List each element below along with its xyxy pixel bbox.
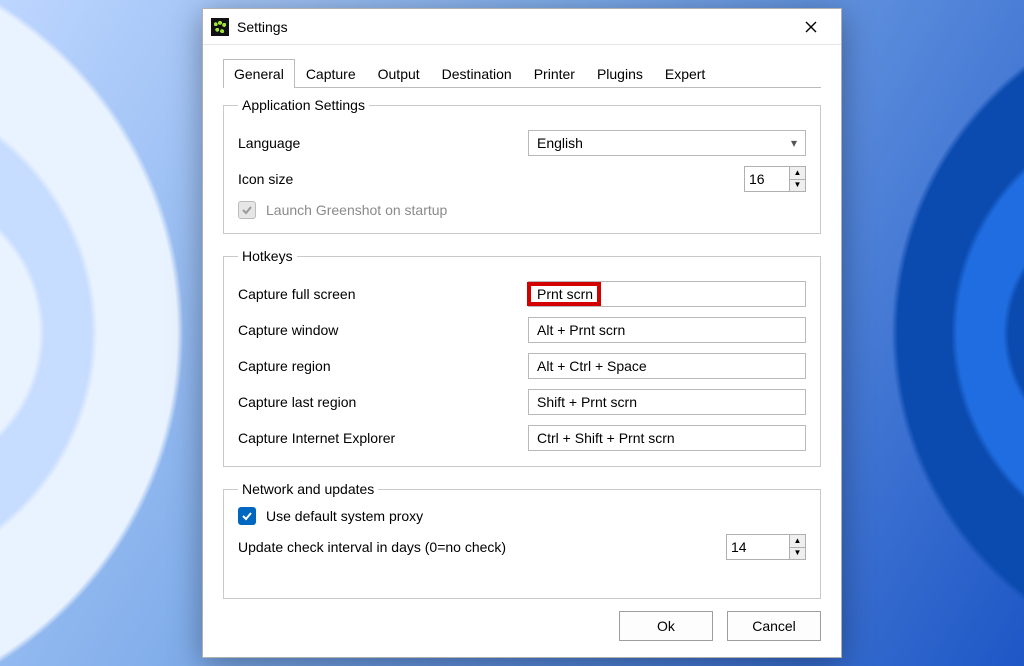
highlight-annotation: Prnt scrn (529, 284, 599, 304)
icon-size-value: 16 (745, 167, 789, 191)
hotkeys-group: Hotkeys Capture full screen Prnt scrn Ca… (223, 248, 821, 467)
update-interval-stepper[interactable]: 14 ▲ ▼ (726, 534, 806, 560)
network-updates-legend: Network and updates (238, 481, 378, 497)
icon-size-label: Icon size (238, 171, 528, 187)
tab-capture[interactable]: Capture (295, 59, 367, 88)
launch-on-startup-label: Launch Greenshot on startup (266, 202, 447, 218)
tab-output[interactable]: Output (367, 59, 431, 88)
language-label: Language (238, 135, 528, 151)
tab-printer[interactable]: Printer (523, 59, 586, 88)
check-icon (241, 204, 253, 216)
check-icon (241, 510, 253, 522)
application-settings-legend: Application Settings (238, 97, 369, 113)
use-system-proxy-label: Use default system proxy (266, 508, 423, 524)
use-system-proxy-checkbox[interactable] (238, 507, 256, 525)
capture-last-region-label: Capture last region (238, 394, 528, 410)
icon-size-up[interactable]: ▲ (790, 167, 805, 180)
tab-expert[interactable]: Expert (654, 59, 716, 88)
capture-full-screen-label: Capture full screen (238, 286, 528, 302)
capture-region-value: Alt + Ctrl + Space (537, 358, 647, 374)
window-title: Settings (237, 19, 288, 35)
launch-on-startup-checkbox[interactable] (238, 201, 256, 219)
network-updates-group: Network and updates Use default system p… (223, 481, 821, 599)
capture-window-label: Capture window (238, 322, 528, 338)
capture-window-input[interactable]: Alt + Prnt scrn (528, 317, 806, 343)
dialog-buttons: Ok Cancel (203, 611, 841, 657)
cancel-button[interactable]: Cancel (727, 611, 821, 641)
capture-region-input[interactable]: Alt + Ctrl + Space (528, 353, 806, 379)
capture-full-screen-value: Prnt scrn (537, 286, 593, 302)
update-interval-label: Update check interval in days (0=no chec… (238, 539, 726, 555)
language-value: English (537, 135, 583, 151)
icon-size-down[interactable]: ▼ (790, 180, 805, 192)
update-interval-down[interactable]: ▼ (790, 548, 805, 560)
close-button[interactable] (789, 12, 833, 42)
close-icon (805, 21, 817, 33)
titlebar: Settings (203, 9, 841, 45)
capture-ie-value: Ctrl + Shift + Prnt scrn (537, 430, 675, 446)
tab-plugins[interactable]: Plugins (586, 59, 654, 88)
chevron-down-icon: ▾ (791, 136, 797, 150)
desktop-background: Settings General Capture Output Destinat… (0, 0, 1024, 666)
capture-last-region-value: Shift + Prnt scrn (537, 394, 637, 410)
language-select[interactable]: English ▾ (528, 130, 806, 156)
ok-button[interactable]: Ok (619, 611, 713, 641)
tab-destination[interactable]: Destination (431, 59, 523, 88)
application-settings-group: Application Settings Language English ▾ … (223, 97, 821, 234)
capture-window-value: Alt + Prnt scrn (537, 322, 625, 338)
capture-last-region-input[interactable]: Shift + Prnt scrn (528, 389, 806, 415)
capture-region-label: Capture region (238, 358, 528, 374)
app-icon (211, 18, 229, 36)
capture-ie-label: Capture Internet Explorer (238, 430, 528, 446)
settings-window: Settings General Capture Output Destinat… (202, 8, 842, 658)
tab-row: General Capture Output Destination Print… (203, 45, 841, 88)
capture-ie-input[interactable]: Ctrl + Shift + Prnt scrn (528, 425, 806, 451)
icon-size-stepper[interactable]: 16 ▲ ▼ (744, 166, 806, 192)
update-interval-up[interactable]: ▲ (790, 535, 805, 548)
update-interval-value: 14 (727, 535, 789, 559)
general-panel: Application Settings Language English ▾ … (223, 97, 821, 599)
tab-general[interactable]: General (223, 59, 295, 88)
capture-full-screen-input[interactable]: Prnt scrn (528, 281, 806, 307)
hotkeys-legend: Hotkeys (238, 248, 297, 264)
